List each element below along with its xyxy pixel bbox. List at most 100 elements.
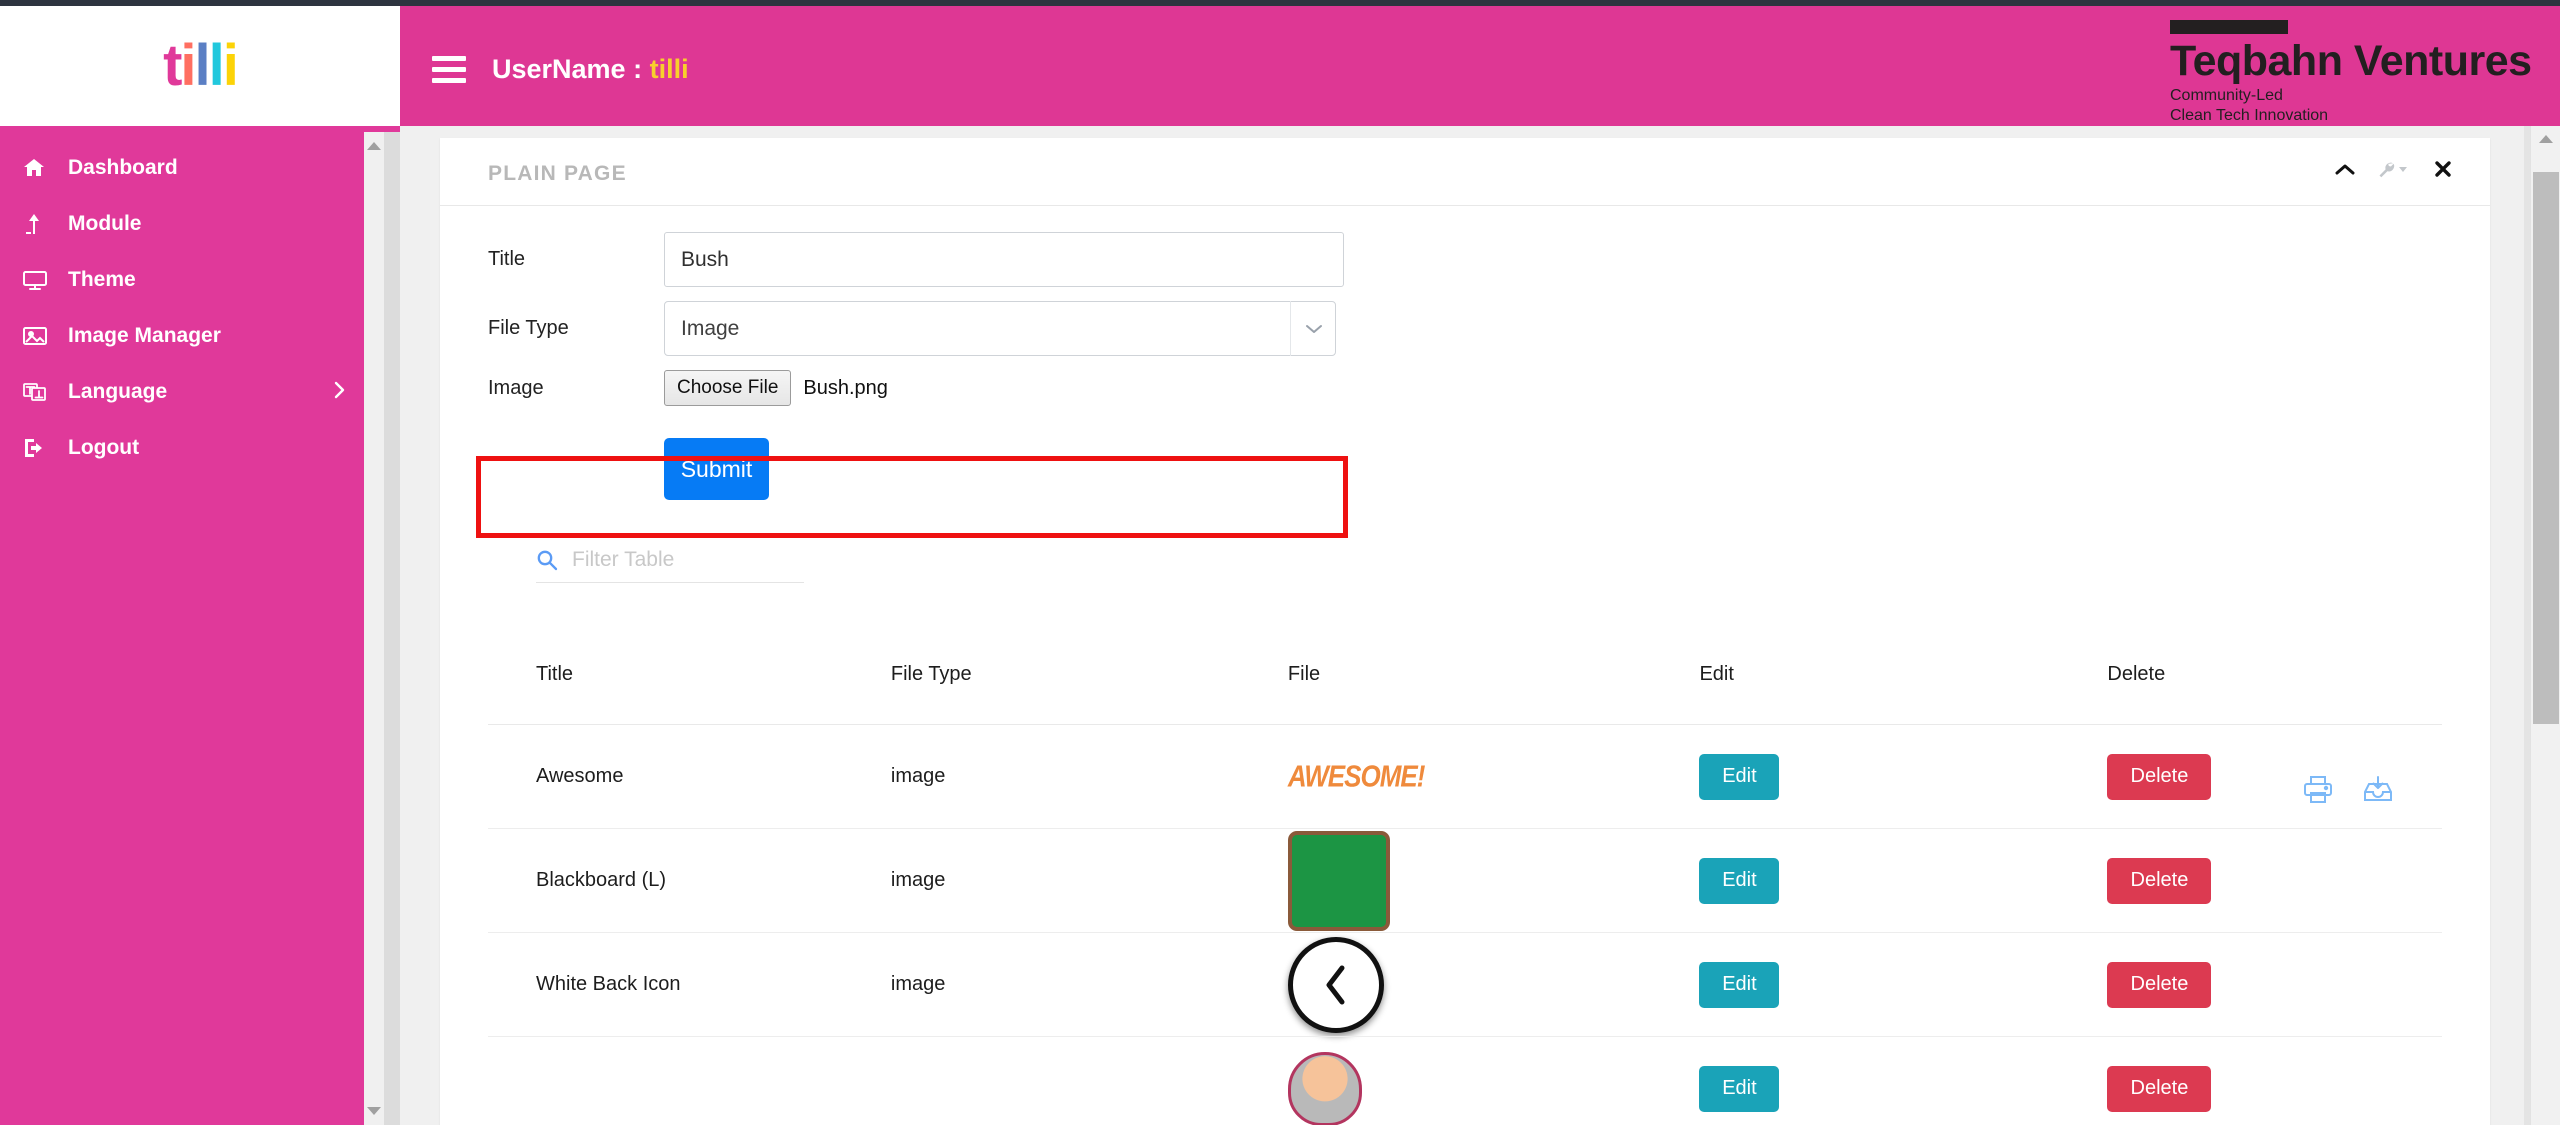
cell-delete: Delete: [2107, 1036, 2442, 1125]
plain-page-form: Title File Type Image Image Choos: [440, 206, 2490, 1125]
awesome-text-image: AWESOME!: [1287, 758, 1425, 794]
sidebar-scroll-up-arrow[interactable]: [364, 136, 384, 156]
monitor-icon: [22, 268, 62, 292]
sidebar-scrollbar[interactable]: [364, 132, 384, 1125]
delete-button[interactable]: Delete: [2107, 753, 2212, 800]
panel-header: PLAIN PAGE: [440, 138, 2490, 206]
collapse-icon[interactable]: [2334, 161, 2356, 181]
table-row: White Back Icon image Edit Delete: [488, 932, 2442, 1037]
language-icon: [22, 380, 62, 404]
table-header: Title File Type File Edit Delete: [488, 653, 2442, 725]
cell-file: [1287, 1036, 1700, 1125]
content-area: PLAIN PAGE Title Bush File Type Image Im…: [400, 126, 2530, 1125]
title-field-highlight: [476, 456, 1348, 538]
edit-button[interactable]: Edit: [1699, 753, 1780, 800]
brand-logo: Teqbahn Ventures Community-Led Clean Tec…: [2170, 20, 2550, 125]
delete-button[interactable]: Delete: [2107, 857, 2212, 904]
hamburger-icon[interactable]: [432, 56, 466, 89]
logo-letter-4: l: [208, 33, 225, 98]
cell-file: AWESOME!: [1287, 724, 1700, 829]
edit-button[interactable]: Edit: [1699, 961, 1780, 1008]
sidebar-nav: Dashboard Module Theme Image Manager Lan…: [0, 126, 400, 476]
sidebar-item-dashboard[interactable]: Dashboard: [0, 140, 400, 196]
sidebar-item-image-manager[interactable]: Image Manager: [0, 308, 400, 364]
cell-file-type: image: [890, 828, 1288, 933]
sidebar-item-label: Image Manager: [68, 324, 221, 347]
column-header-title: Title: [488, 653, 891, 725]
sidebar-item-theme[interactable]: Theme: [0, 252, 400, 308]
brand-accent-bar: [2170, 20, 2288, 34]
logo-letter-5: i: [222, 33, 239, 98]
white-back-circle-icon: [1287, 936, 1384, 1033]
sidebar-item-label: Theme: [68, 268, 136, 291]
table-row: Edit Delete: [488, 1036, 2442, 1125]
image-icon: [22, 324, 62, 348]
cell-file-type: [890, 1036, 1288, 1125]
image-label: Image: [488, 376, 544, 399]
column-header-file: File: [1287, 653, 1700, 725]
brand-subtitle-line1: Community-Led: [2170, 87, 2283, 105]
edit-button[interactable]: Edit: [1699, 1065, 1780, 1112]
download-icon[interactable]: [2362, 774, 2394, 809]
chevron-right-icon: [333, 381, 346, 404]
chosen-file-name: Bush.png: [803, 376, 888, 399]
cell-title: White Back Icon: [488, 932, 891, 1037]
cell-file: [1287, 828, 1700, 933]
delete-button[interactable]: Delete: [2107, 1065, 2212, 1112]
page-scroll-thumb[interactable]: [2533, 172, 2559, 724]
form-row-image: Image Choose File Bush.png: [488, 370, 2442, 406]
chevron-down-icon: [1290, 301, 1336, 356]
upload-arrow-icon: [22, 212, 62, 236]
page-scrollbar[interactable]: [2530, 126, 2560, 1125]
cell-title: [488, 1036, 891, 1125]
sidebar-item-language[interactable]: Language: [0, 364, 400, 420]
file-input-group[interactable]: Choose File Bush.png: [664, 370, 888, 406]
cell-file-type: image: [890, 724, 1288, 829]
form-row-title: Title: [488, 232, 2442, 287]
column-header-delete: Delete: [2107, 653, 2442, 725]
home-icon: [22, 156, 62, 180]
filter-table-group[interactable]: Filter Table: [536, 548, 804, 583]
cell-title: Awesome: [488, 724, 891, 829]
header-bar: UserName : tilli Teqbahn Ventures Commun…: [400, 6, 2560, 126]
cell-edit: Edit: [1699, 1036, 2108, 1125]
username-display: UserName : tilli: [492, 54, 689, 85]
filetype-label: File Type: [488, 317, 569, 339]
cell-edit: Edit: [1699, 828, 2108, 933]
plain-page-panel: PLAIN PAGE Title Bush File Type Image Im…: [440, 138, 2490, 1125]
wrench-icon[interactable]: [2378, 160, 2412, 182]
logo-area: tilli: [0, 6, 400, 126]
cell-file-type: image: [890, 932, 1288, 1037]
panel-tools: [2334, 160, 2452, 182]
logout-icon: [22, 436, 62, 460]
column-header-file-type: File Type: [890, 653, 1288, 725]
cell-delete: Delete: [2107, 828, 2442, 933]
filetype-select[interactable]: Image: [664, 301, 1336, 356]
cell-edit: Edit: [1699, 932, 2108, 1037]
close-icon[interactable]: [2434, 160, 2452, 182]
sidebar: tilli Dashboard Module Theme Image Manag…: [0, 6, 400, 1125]
delete-button[interactable]: Delete: [2107, 961, 2212, 1008]
sidebar-item-module[interactable]: Module: [0, 196, 400, 252]
sidebar-scroll-down-arrow[interactable]: [364, 1101, 384, 1121]
logo-letter-2: i: [180, 33, 196, 98]
logo-letter-1: t: [163, 33, 182, 98]
brand-subtitle-line2: Clean Tech Innovation: [2170, 106, 2329, 124]
title-input[interactable]: [664, 232, 1344, 287]
cell-edit: Edit: [1699, 724, 2108, 829]
search-icon: [536, 549, 558, 571]
green-blackboard-image: [1287, 830, 1390, 931]
filter-table-input[interactable]: Filter Table: [572, 548, 674, 572]
choose-file-button[interactable]: Choose File: [664, 370, 792, 406]
print-icon[interactable]: [2302, 774, 2334, 809]
submit-button[interactable]: Submit: [664, 438, 769, 500]
username-label: UserName :: [492, 54, 650, 84]
edit-button[interactable]: Edit: [1699, 857, 1780, 904]
cell-delete: Delete: [2107, 932, 2442, 1037]
files-table: Title File Type File Edit Delete Awesome…: [488, 653, 2442, 1125]
sidebar-item-logout[interactable]: Logout: [0, 420, 400, 476]
tilli-logo[interactable]: tilli: [163, 37, 239, 95]
avatar-image: [1287, 1051, 1362, 1125]
page-scroll-up-arrow[interactable]: [2531, 126, 2560, 152]
logo-letter-3: l: [194, 33, 211, 98]
